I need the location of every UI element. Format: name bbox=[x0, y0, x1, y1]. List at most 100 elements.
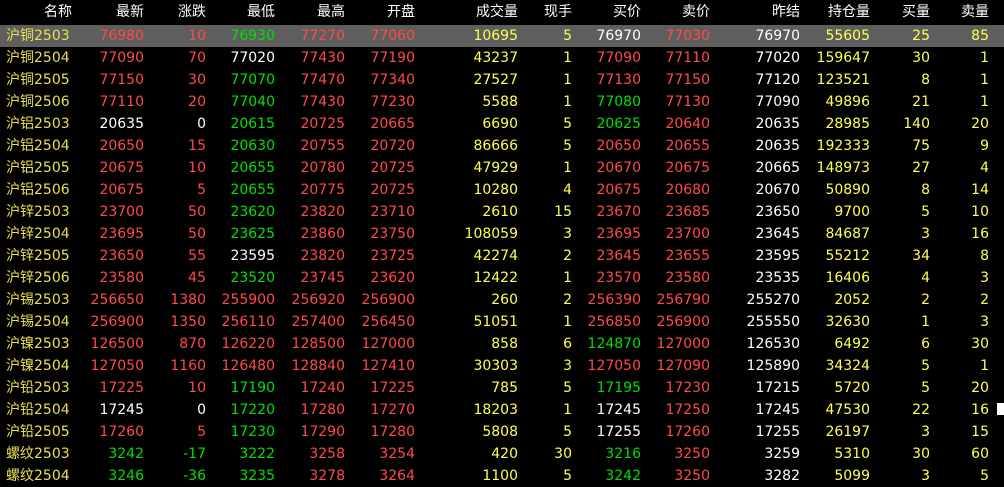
cell-ask-volume: 14 bbox=[971, 182, 989, 198]
table-row[interactable]: 沪铅2503 17225 10 17190 17240 17225 785 5 17195 172… bbox=[0, 377, 1004, 399]
cell-bid-volume: 3 bbox=[921, 226, 930, 242]
cell-contract-name: 沪镍2503 bbox=[6, 336, 70, 352]
cell-volume: 27527 bbox=[473, 72, 518, 88]
cell-low: 23620 bbox=[230, 204, 275, 220]
cell-low: 256110 bbox=[221, 314, 275, 330]
cell-contract-name: 沪锌2504 bbox=[6, 226, 70, 242]
header-open-interest[interactable]: 持仓量 bbox=[802, 0, 870, 24]
cell-last-price: 23650 bbox=[99, 248, 144, 264]
cell-open: 23620 bbox=[370, 270, 415, 286]
scrollbar-thumb[interactable] bbox=[997, 403, 1004, 415]
table-row[interactable]: 沪锌2505 23650 55 23595 23820 23725 42274 2 23645 2… bbox=[0, 245, 1004, 267]
table-row[interactable]: 沪锌2504 23695 50 23625 23860 23750 108059 3 23695… bbox=[0, 223, 1004, 245]
table-row[interactable]: 沪锌2503 23700 50 23620 23820 23710 2610 15 23670 2… bbox=[0, 201, 1004, 223]
table-row[interactable]: 沪锡2504 256900 1350 256110 257400 256450 51051 1… bbox=[0, 311, 1004, 333]
table-row[interactable]: 沪铝2505 20675 10 20655 20780 20725 47929 1 20670 2… bbox=[0, 157, 1004, 179]
cell-open-interest: 55605 bbox=[825, 28, 870, 44]
cell-last-price: 77090 bbox=[99, 50, 144, 66]
cell-change: 870 bbox=[179, 336, 206, 352]
cell-open: 20725 bbox=[370, 160, 415, 176]
cell-volume: 260 bbox=[491, 292, 518, 308]
table-row[interactable]: 沪锡2503 256650 1380 255900 256920 256900 260 2 25… bbox=[0, 289, 1004, 311]
table-row[interactable]: 沪锌2506 23580 45 23520 23745 23620 12422 1 23570 2… bbox=[0, 267, 1004, 289]
cell-contract-name: 沪铅2504 bbox=[6, 402, 70, 418]
cell-ask-price: 256790 bbox=[656, 292, 710, 308]
header-bid-price[interactable]: 买价 bbox=[574, 0, 641, 24]
cell-contract-name: 沪锌2503 bbox=[6, 204, 70, 220]
cell-open: 256900 bbox=[361, 292, 415, 308]
cell-ask-price: 20655 bbox=[665, 138, 710, 154]
header-prev-settle[interactable]: 昨结 bbox=[712, 0, 800, 24]
cell-low: 20655 bbox=[230, 160, 275, 176]
cell-change: 50 bbox=[188, 204, 206, 220]
header-volume[interactable]: 成交量 bbox=[417, 0, 518, 24]
table-row[interactable]: 沪铜2505 77150 30 77070 77470 77340 27527 1 77130 7… bbox=[0, 69, 1004, 91]
cell-low: 126480 bbox=[221, 358, 275, 374]
cell-last-price: 20650 bbox=[99, 138, 144, 154]
table-row[interactable]: 沪铝2504 20650 15 20630 20755 20720 86666 5 20650 2… bbox=[0, 135, 1004, 157]
header-last-price[interactable]: 最新 bbox=[78, 0, 144, 24]
cell-volume: 47929 bbox=[473, 160, 518, 176]
cell-ask-volume: 30 bbox=[971, 336, 989, 352]
table-row[interactable]: 沪铝2503 20635 0 20615 20725 20665 6690 5 20625 206… bbox=[0, 113, 1004, 135]
table-row[interactable]: 螺纹2504 3246 -36 3235 3278 3264 1100 5 3242 3250 32… bbox=[0, 465, 1004, 487]
header-high[interactable]: 最高 bbox=[277, 0, 345, 24]
cell-contract-name: 沪铜2506 bbox=[6, 94, 70, 110]
cell-open-interest: 5099 bbox=[834, 468, 870, 484]
cell-high: 17280 bbox=[300, 402, 345, 418]
cell-bid-price: 17195 bbox=[596, 380, 641, 396]
cell-bid-price: 20675 bbox=[596, 182, 641, 198]
cell-bid-price: 17255 bbox=[596, 424, 641, 440]
table-row[interactable]: 螺纹2503 3242 -17 3222 3258 3254 420 30 3216 3250 32… bbox=[0, 443, 1004, 465]
cell-bid-price: 256390 bbox=[587, 292, 641, 308]
cell-ask-volume: 10 bbox=[971, 204, 989, 220]
cell-current-lot: 1 bbox=[563, 72, 572, 88]
cell-open: 20725 bbox=[370, 182, 415, 198]
header-current-lot[interactable]: 现手 bbox=[520, 0, 572, 24]
cell-ask-volume: 1 bbox=[980, 50, 989, 66]
table-row[interactable]: 沪铝2506 20675 5 20655 20775 20725 10280 4 20675 20… bbox=[0, 179, 1004, 201]
cell-change: 1160 bbox=[170, 358, 206, 374]
header-ask-price[interactable]: 卖价 bbox=[643, 0, 710, 24]
header-low[interactable]: 最低 bbox=[208, 0, 275, 24]
cell-change: 5 bbox=[197, 182, 206, 198]
cell-open: 127410 bbox=[361, 358, 415, 374]
cell-bid-volume: 5 bbox=[921, 380, 930, 396]
cell-current-lot: 4 bbox=[563, 182, 572, 198]
table-row[interactable]: 沪铜2506 77110 20 77040 77430 77230 5588 1 77080 77… bbox=[0, 91, 1004, 113]
cell-change: 70 bbox=[188, 50, 206, 66]
cell-high: 128500 bbox=[291, 336, 345, 352]
cell-change: 10 bbox=[188, 160, 206, 176]
cell-open: 17225 bbox=[370, 380, 415, 396]
header-name[interactable]: 名称 bbox=[0, 0, 72, 24]
cell-prev-settle: 23645 bbox=[755, 226, 800, 242]
table-row[interactable]: 沪镍2503 126500 870 126220 128500 127000 858 6 124… bbox=[0, 333, 1004, 355]
cell-current-lot: 1 bbox=[563, 314, 572, 330]
cell-bid-volume: 3 bbox=[921, 424, 930, 440]
cell-bid-price: 17245 bbox=[596, 402, 641, 418]
cell-last-price: 17260 bbox=[99, 424, 144, 440]
header-bid-volume[interactable]: 买量 bbox=[872, 0, 930, 24]
cell-low: 20630 bbox=[230, 138, 275, 154]
cell-bid-volume: 6 bbox=[921, 336, 930, 352]
cell-ask-price: 20675 bbox=[665, 160, 710, 176]
cell-volume: 5808 bbox=[482, 424, 518, 440]
table-row[interactable]: 沪铜2503 76980 10 76930 77270 77060 10695 5 76970 7… bbox=[0, 25, 1004, 47]
cell-change: 20 bbox=[188, 94, 206, 110]
table-row[interactable]: 沪铜2504 77090 70 77020 77430 77190 43237 1 77090 7… bbox=[0, 47, 1004, 69]
cell-bid-volume: 3 bbox=[921, 468, 930, 484]
cell-open-interest: 55212 bbox=[825, 248, 870, 264]
header-open[interactable]: 开盘 bbox=[347, 0, 415, 24]
cell-high: 257400 bbox=[291, 314, 345, 330]
cell-low: 126220 bbox=[221, 336, 275, 352]
cell-prev-settle: 255270 bbox=[746, 292, 800, 308]
cell-bid-volume: 4 bbox=[921, 270, 930, 286]
cell-high: 20780 bbox=[300, 160, 345, 176]
cell-last-price: 23580 bbox=[99, 270, 144, 286]
table-row[interactable]: 沪镍2504 127050 1160 126480 128840 127410 30303 3… bbox=[0, 355, 1004, 377]
table-row[interactable]: 沪铅2504 17245 0 17220 17280 17270 18203 1 17245 17… bbox=[0, 399, 1004, 421]
table-row[interactable]: 沪铅2505 17260 5 17230 17290 17280 5808 5 17255 172… bbox=[0, 421, 1004, 443]
cell-volume: 12422 bbox=[473, 270, 518, 286]
header-ask-volume[interactable]: 卖量 bbox=[932, 0, 989, 24]
header-change[interactable]: 涨跌 bbox=[146, 0, 206, 24]
